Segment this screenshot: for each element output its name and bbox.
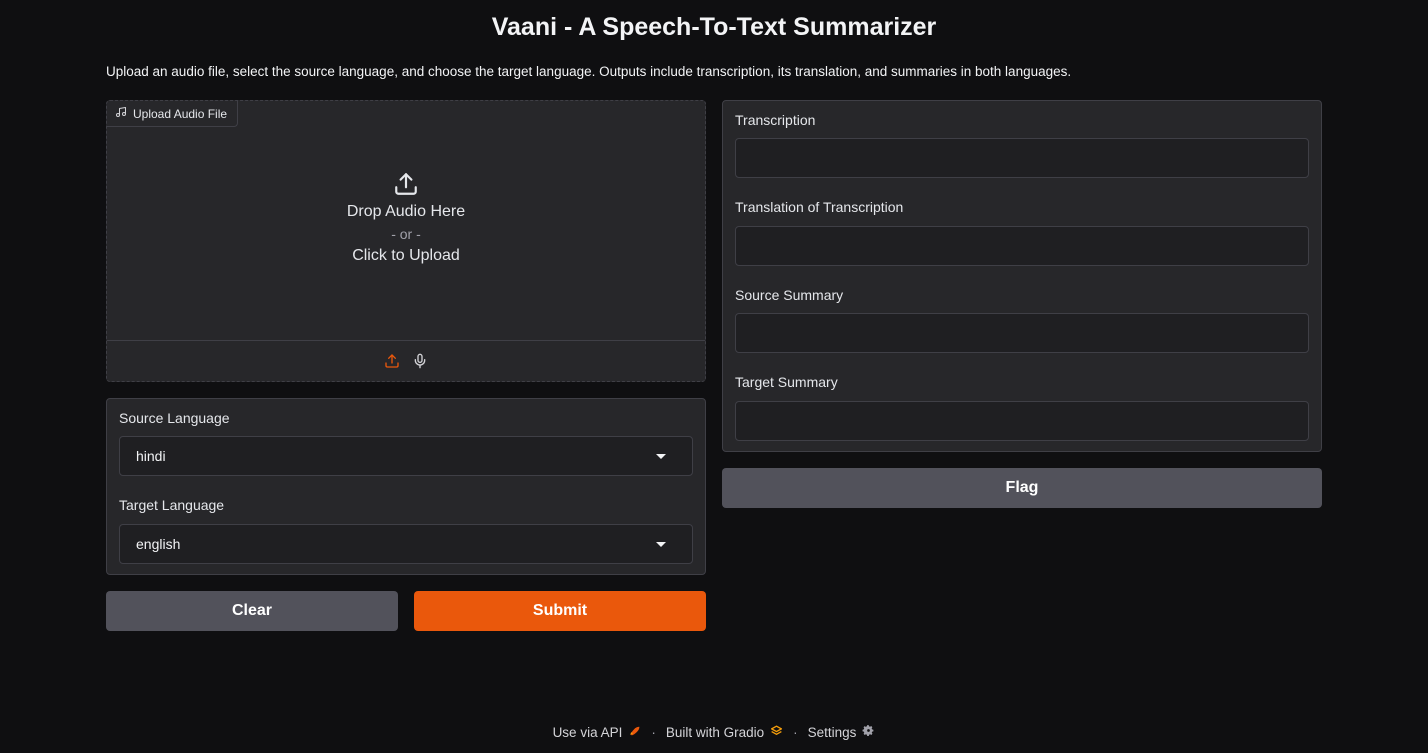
- outputs-panel: Transcription Translation of Transcripti…: [722, 100, 1322, 452]
- chevron-down-icon: [656, 453, 666, 459]
- use-via-api-link[interactable]: Use via API: [553, 724, 642, 740]
- gear-icon: [862, 724, 875, 740]
- built-with-gradio-link[interactable]: Built with Gradio: [666, 724, 783, 740]
- built-with-gradio-text: Built with Gradio: [665, 724, 765, 740]
- audio-upload-label-text: Upload Audio File: [133, 106, 228, 121]
- page-description: Upload an audio file, select the source …: [106, 64, 1072, 79]
- source-language-dropdown[interactable]: hindi: [119, 436, 693, 476]
- audio-upload-panel[interactable]: Upload Audio File Drop Audio Here - or -…: [106, 100, 706, 382]
- transcription-label: Transcription: [735, 112, 816, 128]
- audio-upload-label: Upload Audio File: [107, 101, 239, 127]
- click-to-upload-text: Click to Upload: [352, 247, 460, 264]
- translation-output[interactable]: [735, 226, 1309, 266]
- source-language-label: Source Language: [119, 410, 230, 426]
- submit-button[interactable]: Submit: [414, 591, 706, 631]
- music-note-icon: [115, 106, 127, 121]
- microphone-source-button[interactable]: [411, 352, 429, 370]
- target-language-value: english: [136, 536, 181, 552]
- chevron-down-icon: [656, 541, 666, 547]
- transcription-output[interactable]: [735, 138, 1309, 178]
- flag-button[interactable]: Flag: [722, 468, 1322, 508]
- target-summary-output[interactable]: [735, 401, 1309, 441]
- upload-source-button[interactable]: [383, 352, 401, 370]
- upload-icon: [385, 354, 399, 368]
- page-title: Vaani - A Speech-To-Text Summarizer: [491, 13, 937, 41]
- settings-text: Settings: [807, 724, 857, 740]
- audio-drop-zone[interactable]: Drop Audio Here - or - Click to Upload: [107, 171, 705, 265]
- footer-separator: ·: [651, 724, 656, 740]
- target-language-dropdown[interactable]: english: [119, 524, 693, 564]
- gradio-logo-icon: [770, 724, 783, 740]
- drop-audio-text: Drop Audio Here: [346, 203, 466, 220]
- or-separator: - or -: [391, 226, 421, 242]
- footer-separator: ·: [793, 724, 798, 740]
- audio-source-selector: [107, 340, 705, 381]
- page-footer: Use via API · Built with Gradio · Settin…: [0, 724, 1428, 740]
- upload-icon: [393, 171, 419, 197]
- language-panel: Source Language hindi Target Language en…: [106, 398, 706, 575]
- source-summary-output[interactable]: [735, 313, 1309, 353]
- source-summary-label: Source Summary: [735, 287, 844, 303]
- translation-label: Translation of Transcription: [735, 199, 904, 215]
- rocket-icon: [628, 724, 641, 740]
- clear-button[interactable]: Clear: [106, 591, 398, 631]
- source-language-value: hindi: [136, 448, 166, 464]
- use-via-api-text: Use via API: [552, 724, 623, 740]
- microphone-icon: [414, 353, 426, 369]
- target-language-label: Target Language: [119, 497, 225, 513]
- target-summary-label: Target Summary: [735, 374, 838, 390]
- settings-link[interactable]: Settings: [808, 724, 876, 740]
